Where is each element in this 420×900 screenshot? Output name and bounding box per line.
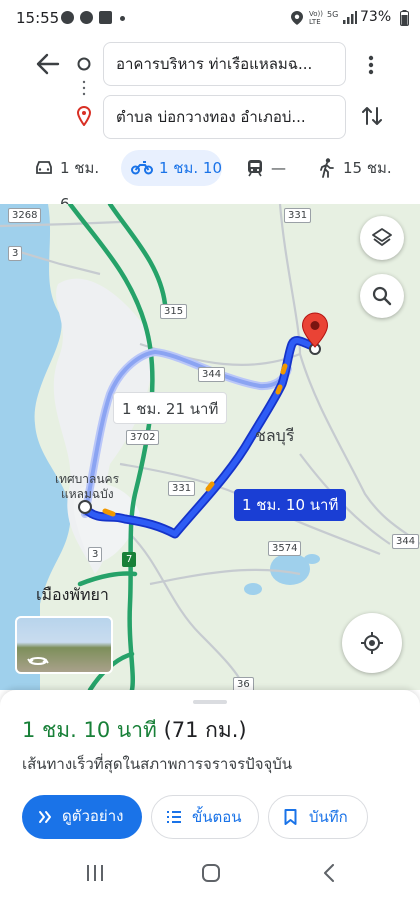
car-icon [36,161,52,174]
preview-button[interactable]: ดูตัวอย่าง [22,795,142,839]
location-icon [291,11,303,25]
home-icon[interactable] [201,863,221,883]
road-shield: 3 [8,246,23,261]
alternate-route-chip[interactable]: 1 ชม. 21 นาที [113,392,228,424]
motorbike-icon [131,161,153,175]
origin-circle-icon [77,57,91,71]
walk-icon [320,158,334,178]
search-button[interactable] [360,274,404,318]
place-label-laem-chabang-line2: แหลมฉบัง [61,487,114,501]
status-bar: 15:55 Vo)) LTE 5G 73% [0,0,420,36]
notification-dot-icon [120,16,125,21]
recents-icon[interactable] [85,864,105,882]
street-view-thumbnail[interactable] [15,616,113,674]
street-view-rotate-icon [27,657,49,665]
volte-label: Vo)) LTE [309,10,323,26]
swap-icon[interactable] [360,104,384,128]
crosshair-icon [361,632,383,654]
sheet-drag-handle[interactable] [193,700,227,704]
road-shield: 3702 [126,430,160,445]
road-shield: 3 [88,547,103,562]
road-shield: 3574 [268,541,302,556]
layers-button[interactable] [360,216,404,260]
road-shield: 36 [233,677,254,690]
route-summary: 1 ชม. 10 นาที (71 กม.) [22,714,247,747]
road-shield: 344 [392,534,420,549]
mode-transit[interactable]: — [243,150,293,186]
facebook-icon [80,11,93,24]
mode-motorbike[interactable]: 1 ชม. 10 [121,150,222,186]
gallery-icon [99,11,112,24]
bookmark-icon [284,809,297,825]
road-shield: 331 [168,481,196,496]
route-description: เส้นทางเร็วที่สุดในสภาพการจราจรปัจจุบัน [22,755,293,773]
route-duration: 1 ชม. 10 นาที [22,718,157,742]
road-shield: 344 [198,367,226,382]
save-button-label: บันทึก [309,808,348,826]
facebook-icon [61,11,74,24]
map-view[interactable]: 3268 3 315 344 331 3702 331 7 3574 344 3 36 เทศบาลน… [0,204,420,690]
network-label: 5G [327,10,339,19]
travel-modes: 1 ชม. 6 1 ชม. 10 — 15 ชม. [0,146,420,213]
battery-percent: 73% [360,9,392,25]
train-icon [248,160,262,177]
my-location-button[interactable] [342,613,402,673]
destination-pin-icon [77,106,91,126]
route-distance: (71 กม.) [163,718,247,742]
mode-car[interactable]: 1 ชม. 6 [30,150,112,213]
road-shield: 3268 [8,208,42,223]
steps-button-label: ขั้นตอน [192,808,242,826]
back-arrow-icon[interactable] [36,53,60,75]
mode-walk-label: 15 ชม. [343,159,392,177]
selected-route-chip[interactable]: 1 ชม. 10 นาที [234,489,347,521]
double-chevron-icon [39,811,51,823]
destination-marker-icon[interactable] [301,312,329,348]
destination-field[interactable]: ตำบล บ่อกวางทอง อำเภอบ่... [103,95,346,139]
place-label-pattaya: เมืองพัทยา [36,585,109,604]
mode-transit-label: — [271,159,286,177]
origin-field[interactable]: อาคารบริหาร ท่าเรือแหลมฉ... [103,42,346,86]
preview-button-label: ดูตัวอย่าง [62,807,124,825]
save-button[interactable]: บันทึก [268,795,368,839]
place-label-laem-chabang-line1: เทศบาลนคร [55,472,120,486]
route-dots-icon [82,80,86,96]
mode-motorbike-label: 1 ชม. 10 [159,159,223,177]
status-time: 15:55 [16,9,60,27]
layers-icon [372,228,392,246]
app-root: 15:55 Vo)) LTE 5G 73% อาคารบริหาร ท่าเรื… [0,0,420,900]
steps-button[interactable]: ขั้นตอน [151,795,259,839]
mode-walk[interactable]: 15 ชม. [318,150,396,186]
more-options-icon[interactable] [366,54,376,76]
back-icon[interactable] [322,864,336,882]
signal-icon [343,11,357,24]
search-icon [372,286,392,306]
road-shield: 315 [160,304,188,319]
road-shield: 331 [284,208,312,223]
road-shield: 7 [122,552,137,567]
battery-icon [400,10,409,26]
list-icon [167,811,181,823]
place-label-chonburi: ชลบุรี [255,426,295,445]
